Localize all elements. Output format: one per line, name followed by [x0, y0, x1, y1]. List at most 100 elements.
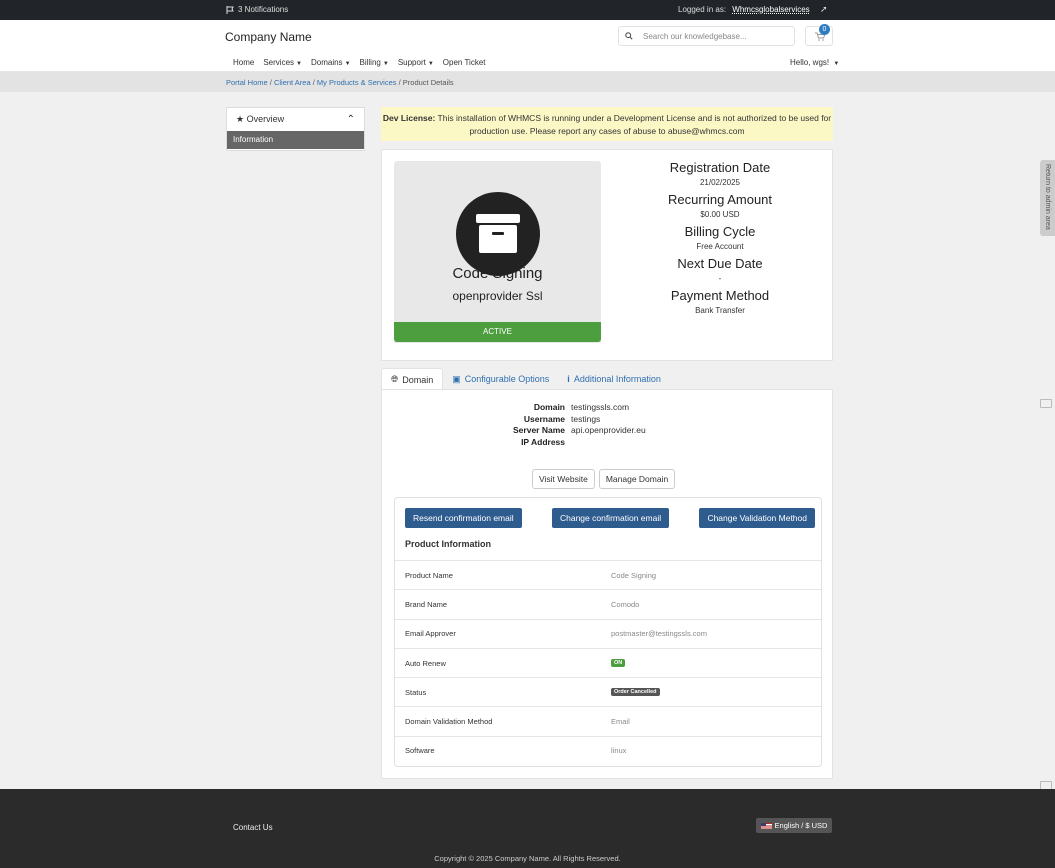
site-footer: Contact Us English / $ USD Copyright © 2…	[0, 789, 1055, 868]
domain-info-key: Server Name	[513, 425, 565, 435]
ssl-actions: Resend confirmation email Change confirm…	[405, 508, 815, 528]
domain-info-value: api.openprovider.eu	[571, 425, 646, 435]
resend-confirmation-email-button[interactable]: Resend confirmation email	[405, 508, 522, 528]
flag-icon	[226, 5, 234, 14]
nav-billing[interactable]: Billing ▼	[360, 58, 389, 67]
cubes-icon: ▣	[452, 373, 461, 384]
nav-support[interactable]: Support ▼	[398, 58, 434, 67]
search-icon	[625, 32, 633, 40]
table-cell-key: Auto Renew	[405, 658, 446, 668]
breadcrumb-client-area[interactable]: Client Area	[274, 78, 311, 87]
change-confirmation-email-button[interactable]: Change confirmation email	[551, 508, 670, 528]
breadcrumb-my-products[interactable]: My Products & Services	[317, 78, 397, 87]
product-box: Code Signing openprovider Ssl	[394, 161, 601, 343]
status-badge: ON	[611, 659, 626, 668]
sidebar-title-label: Overview	[246, 114, 285, 124]
table-cell-key: Product Name	[405, 570, 453, 580]
table-cell-value: Code Signing	[611, 570, 657, 580]
sidebar-header[interactable]: ★ Overview ⌃	[227, 108, 364, 131]
detail-label: Payment Method	[670, 288, 770, 303]
logout-icon[interactable]: ➚	[820, 4, 828, 15]
domain-info-value: testingssls.com	[571, 402, 630, 412]
search-input[interactable]: Search our knowledgebase...	[618, 26, 795, 46]
tab-configurable-options[interactable]: ▣ Configurable Options	[443, 368, 558, 390]
domain-info-row: IP Address	[382, 437, 834, 449]
return-to-admin-button[interactable]: Return to admin area	[1040, 160, 1055, 236]
notifications-link[interactable]: 3 Notifications	[226, 5, 288, 14]
mail-icon[interactable]	[1040, 399, 1052, 408]
domain-info-key: Domain	[533, 402, 565, 412]
table-row: Software linux	[395, 735, 821, 765]
dev-license-banner: Dev License: This installation of WHMCS …	[381, 107, 833, 141]
tab-additional-information-label: Additional Information	[573, 374, 661, 384]
username-link[interactable]: Whmcsglobalservices	[732, 5, 809, 14]
table-cell-value: Email	[611, 717, 630, 727]
nav-support-label: Support	[397, 58, 426, 67]
tab-domain-label: Domain	[402, 374, 434, 385]
domain-buttons: Visit Website Manage Domain	[532, 469, 676, 489]
domain-info-value	[565, 437, 571, 449]
domain-info-key: Username	[523, 413, 565, 424]
manage-domain-button[interactable]: Manage Domain	[598, 469, 676, 489]
copyright: Copyright © 2025 Company Name. All Right…	[434, 854, 621, 863]
domain-info-key: IP Address	[521, 436, 565, 447]
user-menu[interactable]: Hello, wgs! ▼	[790, 58, 839, 67]
login-status: Logged in as: Whmcsglobalservices	[678, 5, 810, 14]
detail-value: -	[718, 274, 722, 283]
breadcrumb-current: Product Details	[402, 78, 454, 87]
cart-button[interactable]: 0	[805, 24, 833, 46]
contact-us-link[interactable]: Contact Us	[233, 823, 273, 832]
domain-tab-panel: Domain testingssls.com Username testings Ser…	[381, 389, 833, 779]
ssl-panel: Resend confirmation email Change confirm…	[394, 497, 822, 767]
detail-label: Billing Cycle	[684, 224, 756, 239]
table-cell-key: Brand Name	[405, 599, 448, 609]
table-cell-value: Comodo	[611, 599, 640, 609]
chevron-down-icon: ▼	[427, 61, 434, 67]
change-validation-method-button[interactable]: Change Validation Method	[699, 508, 815, 528]
nav-home[interactable]: Home	[233, 58, 254, 67]
product-information-title: Product Information	[405, 539, 491, 549]
brand-name[interactable]: Company Name	[225, 30, 312, 44]
nav-services-label: Services	[263, 58, 295, 67]
table-row: Email Approver postmaster@testingssls.com	[395, 618, 821, 648]
nav-open-ticket[interactable]: Open Ticket	[443, 58, 486, 67]
sidebar-item-information[interactable]: Information	[227, 131, 364, 149]
table-cell-value: linux	[611, 746, 627, 756]
detail-label: Next Due Date	[677, 256, 763, 271]
breadcrumb: Portal Home / Client Area / My Products …	[0, 72, 1055, 92]
tab-additional-information[interactable]: i Additional Information	[558, 368, 670, 390]
chevron-down-icon: ▼	[344, 61, 351, 67]
nav-services[interactable]: Services ▼	[263, 58, 302, 67]
sidebar-title: ★ Overview	[236, 114, 284, 125]
chevron-down-icon: ▼	[296, 61, 302, 67]
chevron-down-icon: ▼	[382, 61, 389, 67]
license-bold: Dev License:	[382, 113, 436, 123]
info-icon: i	[567, 374, 570, 384]
main-nav: Home Services ▼ Domains ▼ Billing ▼ Support…	[0, 52, 1055, 72]
breadcrumb-portal-home[interactable]: Portal Home	[226, 78, 268, 87]
archive-icon	[456, 192, 540, 276]
language-currency-button[interactable]: English / $ USD	[756, 818, 832, 833]
globe-icon: 🌐︎	[391, 374, 399, 384]
status-badge: ACTIVE	[394, 322, 601, 342]
visit-website-button[interactable]: Visit Website	[532, 469, 595, 489]
nav-domains[interactable]: Domains ▼	[311, 58, 351, 67]
table-row: Domain Validation Method Email	[395, 706, 821, 735]
detail-value: $0.00 USD	[700, 210, 740, 219]
cart-count-badge: 0	[819, 24, 830, 35]
domain-info-row: Domain testingssls.com	[382, 402, 834, 414]
status-badge: Order Cancelled	[611, 688, 660, 697]
top-bar: 3 Notifications Logged in as: Whmcsgloba…	[0, 0, 1055, 20]
domain-info-row: Server Name api.openprovider.eu	[382, 425, 834, 437]
product-information-table: Product Name Code Signing Brand Name Comodo…	[395, 560, 821, 765]
domain-info-value: testings	[571, 413, 601, 424]
table-row: Status Order Cancelled	[395, 677, 821, 706]
product-tabs: 🌐︎ Domain ▣ Configurable Options i Addit…	[381, 368, 833, 390]
site-header: Company Name Search our knowledgebase...…	[0, 20, 1055, 52]
tab-domain[interactable]: 🌐︎ Domain	[381, 368, 444, 390]
detail-label: Recurring Amount	[667, 192, 773, 207]
table-cell-key: Status	[405, 687, 427, 697]
license-text: This installation of WHMCS is running un…	[437, 113, 832, 136]
table-cell-key: Email Approver	[405, 629, 456, 639]
table-cell-value: postmaster@testingssls.com	[611, 629, 707, 639]
